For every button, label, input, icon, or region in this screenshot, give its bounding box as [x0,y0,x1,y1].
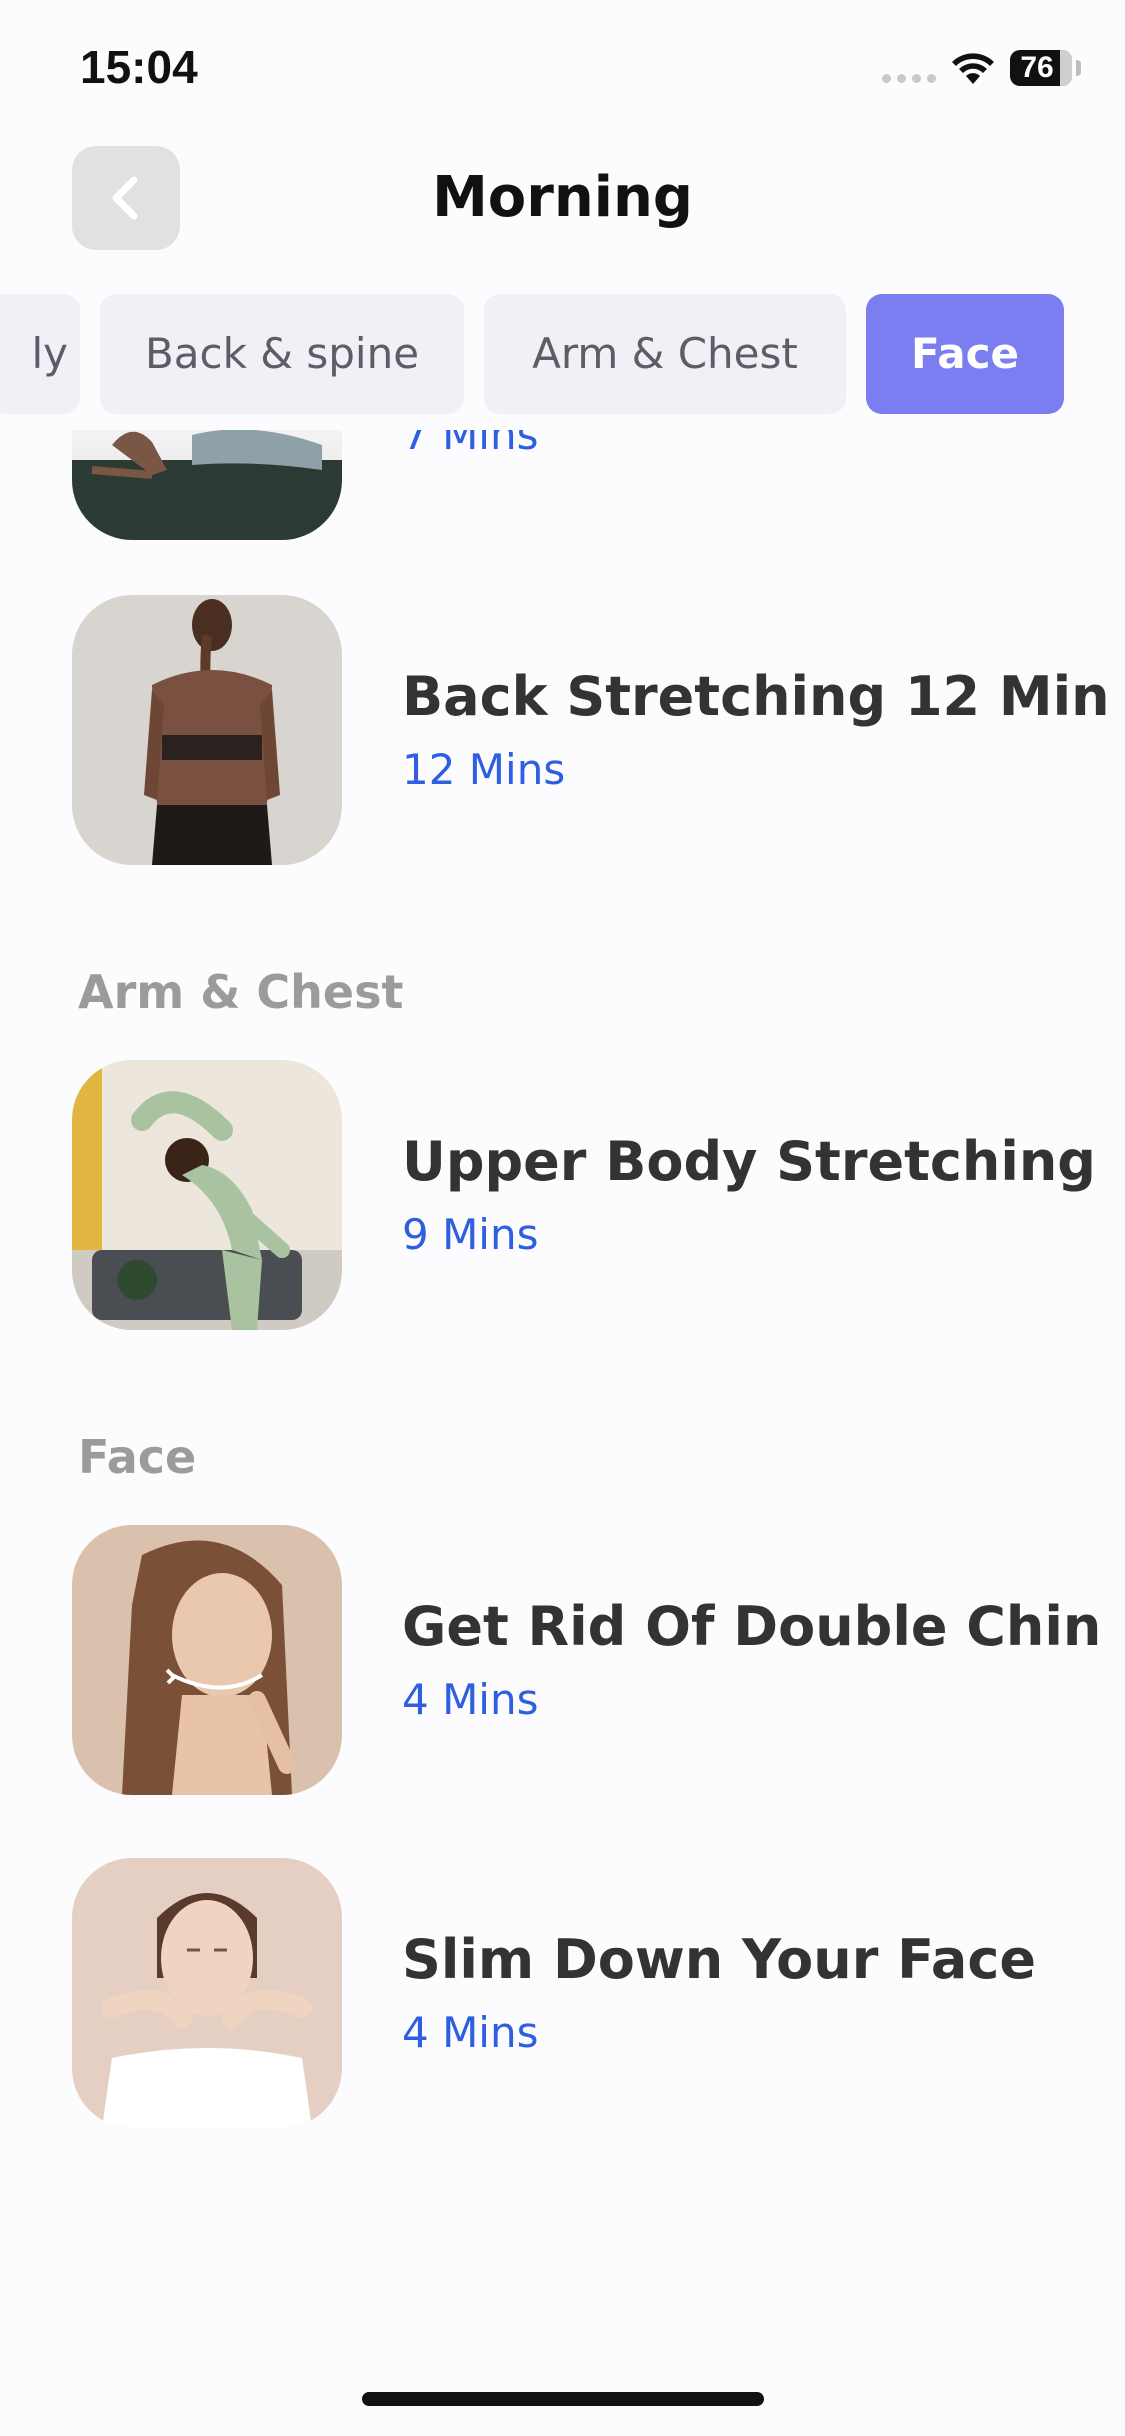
workout-thumbnail [72,1858,342,2128]
tab-label: Arm & Chest [532,329,798,378]
workout-thumbnail [72,430,342,540]
workout-thumbnail [72,1525,342,1795]
section-header-arm-chest: Arm & Chest [78,965,404,1019]
back-stretch-image [144,599,280,865]
workout-thumbnail [72,1060,342,1330]
workout-list[interactable]: 7 Mins Back Stretching 12 Min 12 Mins Ar… [0,430,1125,2330]
category-tabs: ly Back & spine Arm & Chest Face [0,294,1125,414]
tab-face[interactable]: Face [866,294,1064,414]
status-bar: 15:04 76 [0,0,1125,140]
page-title: Morning [432,165,693,230]
workout-duration: 7 Mins [402,430,539,459]
workout-title: Get Rid Of Double Chin [402,1595,1102,1658]
workout-title: Upper Body Stretching [402,1130,1096,1193]
workout-thumbnail [72,595,342,865]
tab-arm-chest[interactable]: Arm & Chest [484,294,846,414]
yoga-pose-image [72,430,342,540]
tab-label: ly [31,329,68,378]
workout-duration: 4 Mins [402,2008,539,2057]
cellular-signal-icon [882,74,936,83]
workout-duration: 4 Mins [402,1675,539,1724]
tab-back-spine[interactable]: Back & spine [100,294,464,414]
tab-label: Back & spine [144,329,420,378]
slim-face-image [102,1893,312,2128]
home-indicator[interactable] [362,2392,764,2406]
workout-title: Slim Down Your Face [402,1928,1036,1991]
tab-label: Face [911,329,1019,378]
tab-full-body[interactable]: ly [0,294,80,414]
wifi-icon [952,53,994,84]
workout-duration: 12 Mins [402,745,566,794]
battery-level: 76 [1020,51,1054,84]
double-chin-image [122,1540,296,1795]
workout-duration: 9 Mins [402,1210,539,1259]
workout-title: Back Stretching 12 Min [402,665,1110,728]
section-header-face: Face [78,1430,197,1484]
battery-tip [1076,60,1081,76]
status-time: 15:04 [80,41,198,93]
upper-body-stretch-image [72,1060,342,1330]
